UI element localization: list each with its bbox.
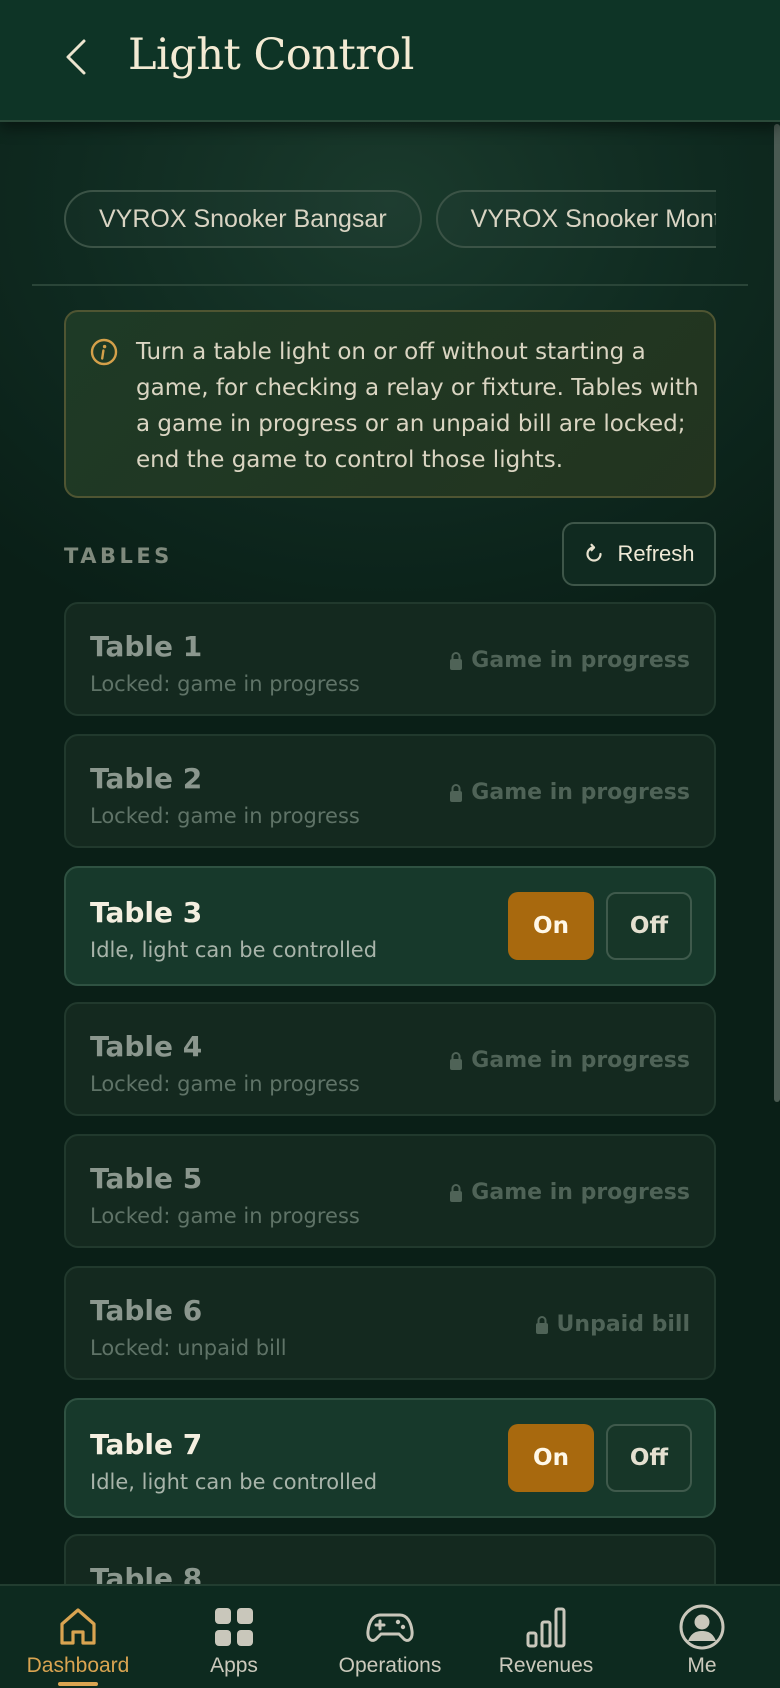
info-notice: Turn a table light on or off without sta… <box>64 310 716 498</box>
table-name: Table 6 <box>90 1294 203 1327</box>
lock-icon <box>450 1183 463 1202</box>
table-row: Table 5 Locked: game in progress Game in… <box>64 1134 716 1248</box>
table-subtitle: Locked: game in progress <box>90 672 360 696</box>
table-subtitle: Idle, light can be controlled <box>90 938 378 962</box>
light-control-screen: Light Control VYROX Snooker Bangsar VYROX… <box>0 0 780 1688</box>
nav-apps[interactable]: Apps <box>156 1586 312 1688</box>
lock-status: Unpaid bill <box>535 1312 690 1337</box>
table-subtitle: Locked: game in progress <box>90 1204 360 1228</box>
table-subtitle: Idle, light can be controlled <box>90 1470 378 1494</box>
table-row: Table 3 Idle, light can be controlled On… <box>64 866 716 986</box>
page-title: Light Control <box>128 30 414 80</box>
divider <box>32 284 748 286</box>
venue-selector: VYROX Snooker Bangsar VYROX Snooker Mont … <box>64 190 716 248</box>
light-off-button[interactable]: Off <box>606 892 692 960</box>
bottom-navigation: Dashboard Apps Operations Revenues Me <box>0 1584 780 1688</box>
venue-chip-bangsar[interactable]: VYROX Snooker Bangsar <box>64 190 422 248</box>
nav-dashboard[interactable]: Dashboard <box>0 1586 156 1688</box>
scrollbar[interactable] <box>774 124 780 1102</box>
venue-chip-mont-kiara[interactable]: VYROX Snooker Mont Kiara <box>435 190 716 248</box>
nav-me[interactable]: Me <box>624 1586 780 1688</box>
lock-status-text: Unpaid bill <box>556 1312 690 1337</box>
app-header: Light Control <box>0 0 780 122</box>
chevron-left-icon <box>66 39 86 75</box>
lock-status-text: Game in progress <box>471 1180 690 1205</box>
lock-status-text: Game in progress <box>471 780 690 805</box>
user-icon <box>679 1604 725 1650</box>
lock-status: Game in progress <box>449 780 690 805</box>
refresh-button[interactable]: Refresh <box>562 522 716 586</box>
home-icon <box>60 1608 96 1645</box>
lock-icon <box>450 651 463 670</box>
nav-revenues[interactable]: Revenues <box>468 1586 624 1688</box>
table-name: Table 3 <box>90 896 203 929</box>
lock-status: Game in progress <box>449 1048 690 1073</box>
active-indicator <box>58 1682 98 1686</box>
lock-icon <box>450 783 463 802</box>
table-subtitle: Locked: unpaid bill <box>90 1336 287 1360</box>
table-row: Table 2 Locked: game in progress Game in… <box>64 734 716 848</box>
table-name: Table 1 <box>90 630 203 663</box>
light-on-button[interactable]: On <box>508 892 594 960</box>
lock-status-text: Game in progress <box>471 1048 690 1073</box>
gamepad-icon <box>366 1613 414 1642</box>
lock-icon <box>535 1315 548 1334</box>
nav-label: Revenues <box>498 1654 594 1677</box>
apps-grid-icon <box>215 1608 253 1646</box>
table-row: Table 7 Idle, light can be controlled On… <box>64 1398 716 1518</box>
table-name: Table 4 <box>90 1030 203 1063</box>
light-off-button[interactable]: Off <box>606 1424 692 1492</box>
refresh-label: Refresh <box>617 541 695 566</box>
nav-operations[interactable]: Operations <box>312 1586 468 1688</box>
info-icon <box>90 338 118 366</box>
nav-label: Apps <box>210 1654 258 1677</box>
refresh-icon <box>586 543 603 562</box>
nav-label: Dashboard <box>26 1654 130 1677</box>
info-text: Turn a table light on or off without sta… <box>136 339 699 473</box>
table-name: Table 5 <box>90 1162 203 1195</box>
table-row: Table 4 Locked: game in progress Game in… <box>64 1002 716 1116</box>
table-subtitle: Locked: game in progress <box>90 804 360 828</box>
back-button[interactable] <box>56 32 96 82</box>
lock-status-text: Game in progress <box>471 648 690 673</box>
lock-status: Game in progress <box>449 648 690 673</box>
table-name: Table 7 <box>90 1428 203 1461</box>
tables-section-label: TABLES <box>64 544 173 568</box>
lock-icon <box>450 1051 463 1070</box>
lock-status: Game in progress <box>449 1180 690 1205</box>
nav-label: Operations <box>338 1654 442 1677</box>
table-row: Table 1 Locked: game in progress Game in… <box>64 602 716 716</box>
table-row: Table 6 Locked: unpaid bill Unpaid bill <box>64 1266 716 1380</box>
table-subtitle: Locked: game in progress <box>90 1072 360 1096</box>
table-name: Table 2 <box>90 762 203 795</box>
bar-chart-icon <box>526 1607 566 1648</box>
light-on-button[interactable]: On <box>508 1424 594 1492</box>
nav-label: Me <box>687 1654 717 1677</box>
